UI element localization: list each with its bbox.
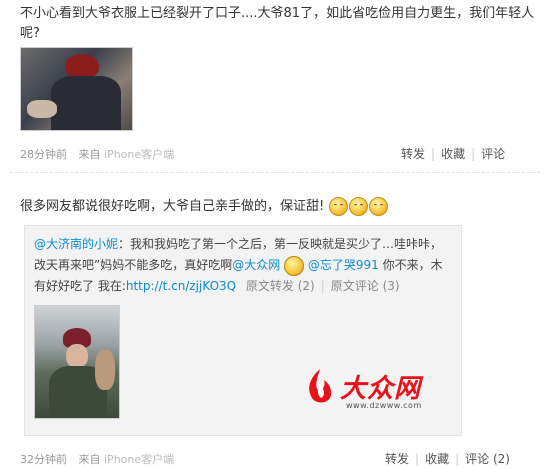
post-text: 不小心看到大爷衣服上已经裂开了口子....大爷81了，如此省吃俭用自力更生，我们…: [20, 6, 535, 41]
source-link[interactable]: iPhone客户端: [104, 148, 174, 161]
repost-colon: ：: [118, 237, 131, 251]
post-photo[interactable]: [20, 47, 133, 131]
comment-button[interactable]: 评论 (2): [465, 452, 510, 466]
post-actions: 转发 | 收藏 | 评论: [401, 145, 505, 162]
post-meta: 28分钟前 来自 iPhone客户端: [20, 146, 174, 162]
orig-forward-link[interactable]: 原文转发 (2): [246, 279, 315, 293]
smiley-icon: [369, 197, 389, 216]
forward-button[interactable]: 转发: [385, 452, 409, 466]
action-divider: |: [455, 452, 460, 466]
action-divider: |: [471, 147, 476, 161]
site-watermark: 大众网 www.dzwww.com: [300, 364, 450, 412]
comment-button[interactable]: 评论: [481, 147, 505, 161]
forward-button[interactable]: 转发: [401, 147, 425, 161]
smiley-icon: [329, 197, 349, 216]
action-divider: |: [431, 147, 436, 161]
action-divider: |: [415, 452, 420, 466]
from-label: 来自: [78, 453, 101, 466]
mention-link[interactable]: @大众网: [232, 258, 280, 272]
from-label: 来自: [78, 148, 101, 161]
emoticon-icon: [284, 255, 305, 276]
repost-photo[interactable]: [34, 305, 120, 419]
watermark-brand: 大众网: [340, 374, 422, 404]
post-time-link[interactable]: 32分钟前: [20, 453, 67, 466]
post-divider: [10, 172, 540, 173]
source-link[interactable]: iPhone客户端: [104, 453, 174, 466]
repost-text: @大济南的小妮：我和我妈吃了第一个之后，第一反映就是买少了…哇咔咔，改天再来吧”…: [34, 234, 454, 297]
post-body: 很多网友都说很好吃啊，大爷自己亲手做的，保证甜!: [20, 199, 325, 214]
child-shape: [95, 350, 115, 390]
coat-shape: [51, 76, 121, 130]
post-actions: 转发 | 收藏 | 评论 (2): [385, 450, 510, 467]
action-divider: |: [320, 279, 325, 293]
hand-shape: [27, 100, 57, 118]
hat-shape: [65, 54, 99, 78]
flame-logo-icon: [309, 369, 332, 403]
smiley-icon: [349, 197, 369, 216]
orig-comment-link[interactable]: 原文评论 (3): [331, 279, 400, 293]
favorite-button[interactable]: 收藏: [425, 452, 449, 466]
mention-link[interactable]: @忘了哭991: [308, 258, 379, 272]
favorite-button[interactable]: 收藏: [441, 147, 465, 161]
post-time-link[interactable]: 28分钟前: [20, 148, 67, 161]
short-url-link[interactable]: http://t.cn/zjjKO3Q: [126, 279, 236, 293]
post-meta: 32分钟前 来自 iPhone客户端: [20, 451, 174, 467]
repost-user-link[interactable]: @大济南的小妮: [34, 237, 118, 251]
face-shape: [66, 344, 88, 368]
watermark-url: www.dzwww.com: [346, 401, 422, 410]
post-text: 很多网友都说很好吃啊，大爷自己亲手做的，保证甜!: [20, 197, 389, 217]
